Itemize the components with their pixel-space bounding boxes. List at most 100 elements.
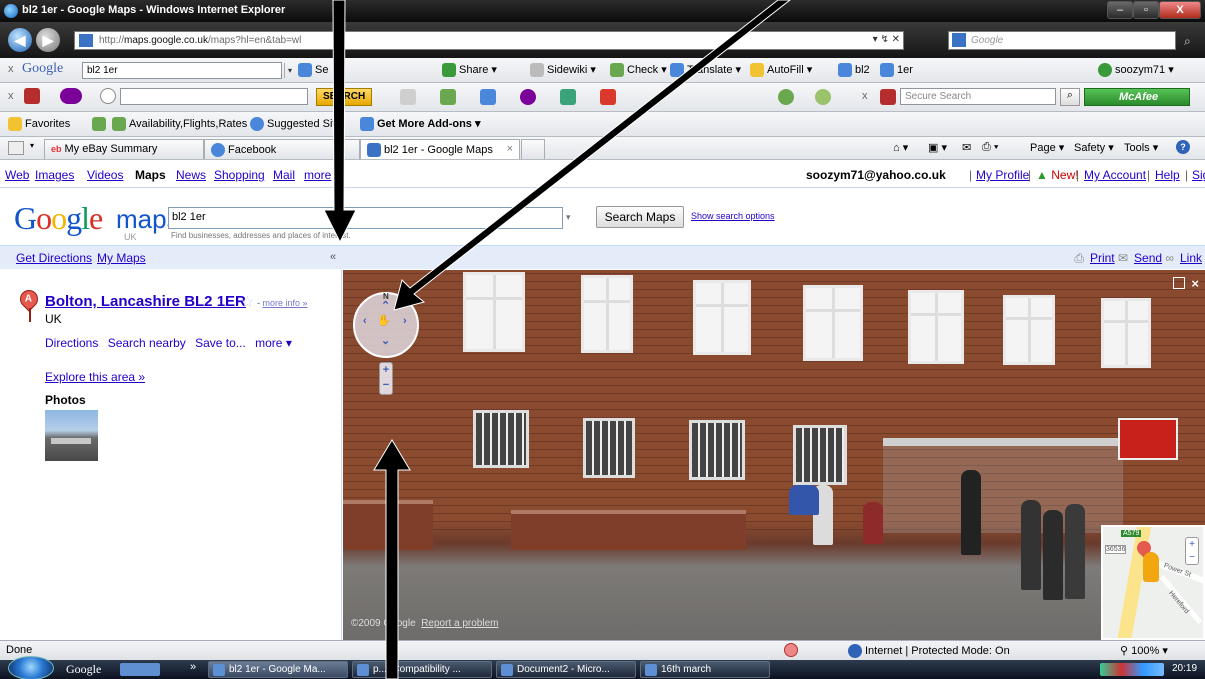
more-dropdown[interactable]: more ▾ xyxy=(255,336,292,350)
settings-gear-icon[interactable] xyxy=(815,89,831,105)
link-link[interactable]: Link xyxy=(1180,251,1202,265)
search-maps-button[interactable]: Search Maps xyxy=(596,206,684,228)
read-mail-icon[interactable]: ✉ xyxy=(962,141,971,154)
tools-menu[interactable]: Tools ▾ xyxy=(1124,141,1158,154)
add-favorite-icon[interactable] xyxy=(92,117,109,131)
system-tray-icons[interactable] xyxy=(1100,663,1164,676)
add-icon[interactable] xyxy=(778,89,794,105)
gbar-shopping[interactable]: Shopping xyxy=(214,168,265,182)
result-title-link[interactable]: Bolton, Lancashire BL2 1ER xyxy=(45,293,246,310)
forward-button[interactable]: ▶ xyxy=(36,28,60,52)
yahoo-search-input[interactable] xyxy=(120,88,308,105)
show-search-options-link[interactable]: Show search options xyxy=(691,211,775,221)
gbar-news[interactable]: News xyxy=(176,168,206,182)
toolbar-account[interactable]: soozym71 ▾ xyxy=(1098,63,1174,78)
address-bar[interactable]: http://maps.google.co.uk/maps?hl=en&tab=… xyxy=(74,31,904,50)
google-maps-logo[interactable]: Google maps UK xyxy=(14,200,180,242)
close-window-button[interactable]: X xyxy=(1159,1,1201,19)
search-history-dropdown-icon[interactable]: ▾ xyxy=(566,212,571,223)
favorite-suggested-sites[interactable]: Suggested Sit xyxy=(250,117,336,131)
back-button[interactable]: ◀ xyxy=(8,28,32,52)
tab-my-ebay[interactable]: eb My eBay Summary xyxy=(44,139,204,159)
pan-control[interactable]: N ⌃ ⌄ ‹ › ✋ xyxy=(353,292,419,358)
my-maps-link[interactable]: My Maps xyxy=(97,251,146,265)
widgets-icon[interactable] xyxy=(560,89,576,105)
street-view[interactable]: ©2009 Google Report a problem × N ⌃ ⌄ ‹ … xyxy=(343,270,1205,640)
get-more-addons[interactable]: Get More Add-ons ▾ xyxy=(360,117,481,132)
photo-thumbnail[interactable] xyxy=(45,410,98,461)
close-toolbar-icon[interactable]: x xyxy=(8,63,14,75)
my-yahoo-icon[interactable] xyxy=(520,89,536,105)
maps-search-input[interactable]: bl2 1er xyxy=(168,207,563,229)
new-link[interactable]: ▲ New! xyxy=(1036,168,1079,182)
favorites-button[interactable]: Favorites xyxy=(8,117,70,131)
report-problem-link[interactable]: Report a problem xyxy=(421,618,498,629)
favorite-availability-flights[interactable]: Availability,Flights,Rates xyxy=(112,117,247,131)
maximize-button[interactable]: ▫ xyxy=(1133,1,1159,19)
task-16th-march[interactable]: 16th march xyxy=(640,661,770,678)
sign-out-link[interactable]: Sign out xyxy=(1192,168,1205,182)
toolbar-translate[interactable]: Translate ▾ xyxy=(670,63,741,78)
close-yahoo-toolbar-icon[interactable]: x xyxy=(8,90,14,102)
help-icon[interactable]: ? xyxy=(1176,140,1190,154)
tab-google-maps[interactable]: bl2 1er - Google Maps × xyxy=(360,139,520,159)
more-info-link[interactable]: more info » xyxy=(263,298,308,308)
get-directions-link[interactable]: Get Directions xyxy=(16,251,92,265)
toolbar-search-web[interactable]: Se xyxy=(298,63,328,77)
mcafee-shield-icon[interactable] xyxy=(24,88,40,104)
task-google-maps[interactable]: bl2 1er - Google Ma... xyxy=(208,661,348,678)
save-to-link[interactable]: Save to... xyxy=(195,336,246,350)
quick-tabs-icon[interactable] xyxy=(8,141,24,155)
games-icon[interactable] xyxy=(600,89,616,105)
search-nearby-link[interactable]: Search nearby xyxy=(108,336,186,350)
toolbar-autofill[interactable]: AutoFill ▾ xyxy=(750,63,812,78)
popup-blocker-icon[interactable] xyxy=(784,643,798,657)
print-link[interactable]: Print xyxy=(1090,251,1115,265)
secure-search-button[interactable]: ⌕ xyxy=(1060,88,1080,106)
gbar-mail[interactable]: Mail xyxy=(273,168,295,182)
start-button[interactable] xyxy=(8,656,54,679)
tab-facebook[interactable]: Facebook xyxy=(204,139,360,159)
print-icon[interactable]: ⎙ ▾ xyxy=(982,141,998,154)
pan-down-icon[interactable]: ⌄ xyxy=(381,334,390,347)
gbar-more[interactable]: more xyxy=(304,168,331,182)
explore-area-link[interactable]: Explore this area » xyxy=(45,370,145,384)
pan-left-icon[interactable]: ‹ xyxy=(363,315,367,327)
mail-icon[interactable] xyxy=(480,89,496,105)
gbar-web[interactable]: Web xyxy=(5,168,29,182)
security-zone[interactable]: Internet | Protected Mode: On xyxy=(848,644,1010,658)
my-account-link[interactable]: My Account xyxy=(1084,168,1146,182)
toolbar-bookmark-icon[interactable] xyxy=(440,89,456,105)
toolbar-check[interactable]: Check ▾ xyxy=(610,63,667,78)
task-compatibility[interactable]: p... [Compatibility ... xyxy=(352,661,492,678)
toolbar-share[interactable]: Share ▾ xyxy=(442,63,497,78)
send-link[interactable]: Send xyxy=(1134,251,1162,265)
safety-menu[interactable]: Safety ▾ xyxy=(1074,141,1114,154)
fullscreen-icon[interactable] xyxy=(1173,277,1185,289)
minimap-zoom-control[interactable]: + − xyxy=(1185,537,1199,565)
more-quick-launch-icon[interactable]: » xyxy=(190,661,196,673)
tab-list-dropdown-icon[interactable]: ▾ xyxy=(30,141,34,150)
star-icon[interactable]: ☆ xyxy=(240,292,254,312)
my-profile-link[interactable]: My Profile xyxy=(976,168,1029,182)
new-tab-button[interactable] xyxy=(521,139,545,159)
hand-icon[interactable]: ✋ xyxy=(377,314,391,327)
close-tab-icon[interactable]: × xyxy=(507,143,513,155)
collapse-panel-icon[interactable]: « xyxy=(330,251,336,263)
directions-link[interactable]: Directions xyxy=(45,336,98,350)
toolbar-sidewiki[interactable]: Sidewiki ▾ xyxy=(530,63,596,78)
close-street-view-icon[interactable]: × xyxy=(1191,276,1199,291)
pegman-icon[interactable] xyxy=(1143,552,1159,582)
pan-right-icon[interactable]: › xyxy=(403,315,407,327)
yahoo-search-button[interactable]: SEARCH xyxy=(316,88,373,106)
address-url[interactable]: http://maps.google.co.uk/maps?hl=en&tab=… xyxy=(99,35,301,46)
quick-launch-icons[interactable] xyxy=(120,663,160,676)
feeds-icon[interactable]: ▣ ▾ xyxy=(928,141,947,154)
address-controls[interactable]: ▾ ↯ ✕ xyxy=(873,34,900,45)
secure-search-input[interactable]: Secure Search xyxy=(900,88,1056,105)
browser-search-box[interactable]: Google xyxy=(948,31,1176,50)
zoom-level[interactable]: ⚲ 100% ▾ xyxy=(1120,644,1168,657)
search-icon[interactable]: ⌕ xyxy=(1184,34,1191,49)
gbar-videos[interactable]: Videos xyxy=(87,168,123,182)
zoom-out-button[interactable]: − xyxy=(380,378,392,393)
